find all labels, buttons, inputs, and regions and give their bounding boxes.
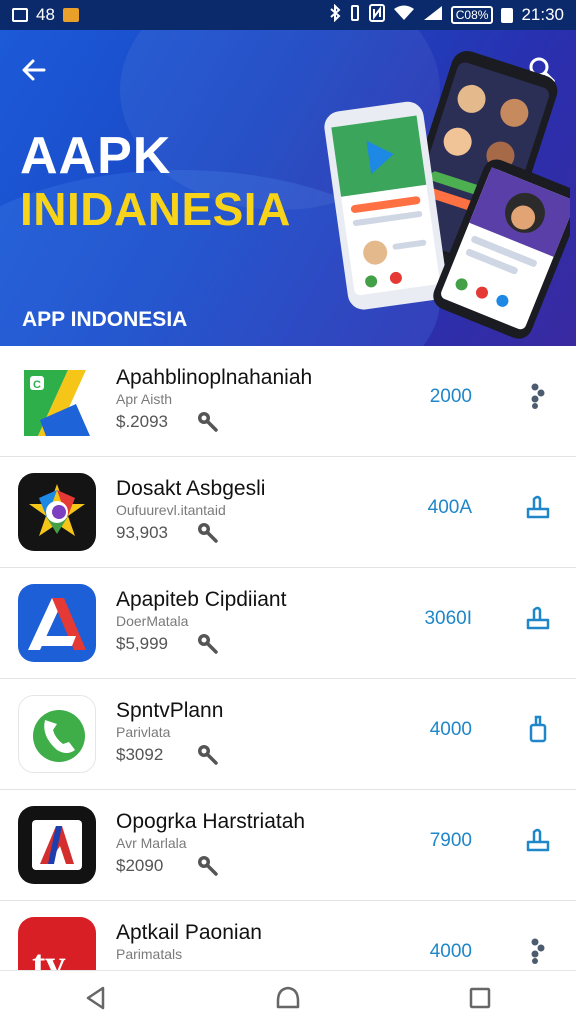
app-subtitle: Avr Marlala [116, 835, 187, 851]
image-icon [12, 8, 28, 22]
key-icon [198, 412, 218, 432]
app-name: Opogrka Harstriatah [116, 810, 306, 833]
app-name: Apahblinoplnahaniah [116, 366, 313, 389]
app-count: 2000 [429, 386, 472, 407]
square-recents-icon [469, 987, 491, 1008]
battery-icon [501, 7, 514, 23]
green-phone-icon [18, 695, 96, 773]
home-icon [276, 986, 300, 1008]
app-subtitle: DoerMatala [116, 613, 189, 629]
status-time: 21:30 [521, 5, 564, 24]
app-count: 7900 [429, 830, 472, 851]
app-subtitle: Apr Aisth [116, 391, 173, 407]
app-name: Aptkail Paonian [116, 921, 262, 944]
triangle-back-icon [86, 986, 105, 1009]
app-count: 4000 [429, 719, 472, 740]
install-icon[interactable] [524, 715, 552, 743]
app-subtitle: Parimatals [116, 946, 183, 962]
banner-subtitle: APP INDONESIA [22, 308, 188, 331]
nav-home-button[interactable] [258, 971, 318, 1024]
more-icon[interactable] [524, 382, 552, 410]
key-icon [198, 634, 218, 654]
list-item[interactable]: Opogrka Harstriatah Avr Marlala $2090 79… [0, 790, 576, 901]
banner-title-line2: INIDANESIA [20, 183, 291, 235]
wifi-icon [393, 5, 415, 26]
app-price: 93,903 [116, 523, 168, 542]
app-count: 3060I [424, 608, 472, 629]
install-icon[interactable] [524, 493, 552, 521]
vibrate-icon [349, 4, 361, 27]
app-price: $3092 [116, 745, 164, 764]
red-tv-icon: tv [18, 917, 96, 970]
system-nav-bar [0, 970, 576, 1024]
back-button[interactable] [14, 50, 54, 90]
notification-icon [62, 8, 79, 22]
app-subtitle: Parivlata [116, 724, 171, 740]
app-name: Apapiteb Cipdiiant [116, 588, 287, 611]
blue-a-logo-icon [18, 584, 96, 662]
red-a-logo-icon [18, 806, 96, 884]
bluetooth-icon [329, 3, 341, 27]
phones-illustration [324, 51, 570, 339]
more-icon[interactable] [524, 937, 552, 965]
nav-recents-button[interactable] [450, 971, 510, 1024]
app-price: $5,999 [116, 634, 168, 653]
app-count: 4000 [429, 941, 472, 962]
app-name: Dosakt Asbgesli [116, 477, 266, 500]
key-icon [198, 523, 218, 543]
list-item[interactable]: C Apahblinoplnahaniah Apr Aisth $.2093 2… [0, 346, 576, 457]
svg-text:C: C [33, 379, 41, 391]
install-icon[interactable] [524, 604, 552, 632]
app-price: $.2093 [116, 412, 168, 431]
nfc-icon [368, 3, 385, 27]
install-icon[interactable] [524, 826, 552, 854]
hero-banner: AAPK INIDANESIA APP INDONESIA [0, 30, 576, 346]
app-list: C Apahblinoplnahaniah Apr Aisth $.2093 2… [0, 346, 576, 970]
list-item[interactable]: Dosakt Asbgesli Oufuurevl.itantaid 93,90… [0, 457, 576, 568]
signal-icon [423, 5, 443, 26]
key-icon [198, 745, 218, 765]
nav-back-button[interactable] [66, 971, 126, 1024]
banner-title-line1: AAPK [20, 127, 172, 185]
list-item[interactable]: Apapiteb Cipdiiant DoerMatala $5,999 306… [0, 568, 576, 679]
battery-percent: C08% [450, 6, 494, 24]
back-arrow-icon [22, 59, 46, 81]
svg-text:tv: tv [32, 941, 65, 970]
app-price: $2090 [116, 856, 164, 875]
key-icon [198, 856, 218, 876]
app-name: SpntvPlann [116, 699, 224, 722]
list-item[interactable]: SpntvPlann Parivlata $3092 4000 [0, 679, 576, 790]
status-number: 48 [36, 5, 55, 24]
status-bar: 48 C08% 21:30 [0, 0, 576, 30]
colorful-burst-icon [18, 473, 96, 551]
app-subtitle: Oufuurevl.itantaid [116, 502, 226, 518]
green-yellow-logo-icon: C [18, 364, 96, 442]
app-count: 400A [427, 497, 472, 518]
list-item[interactable]: tv Aptkail Paonian Parimatals 4000 [0, 901, 576, 970]
